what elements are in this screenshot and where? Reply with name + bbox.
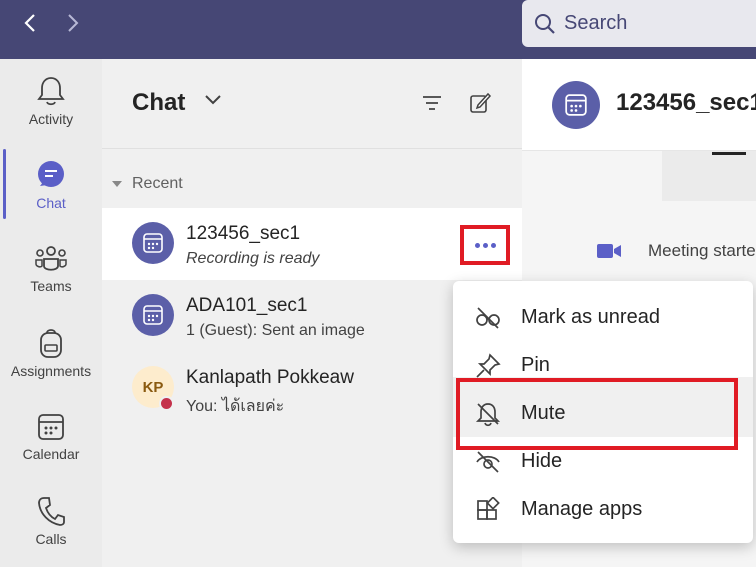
conversation-avatar [552, 81, 600, 129]
chat-item-name: ADA101_sec1 [186, 295, 308, 316]
chat-item-preview: Recording is ready [186, 250, 320, 267]
section-recent[interactable]: Recent [112, 175, 183, 193]
eye-off-icon [476, 451, 500, 473]
more-options-button[interactable] [460, 225, 510, 265]
menu-item-label: Mark as unread [521, 305, 660, 328]
teams-icon [35, 246, 67, 271]
status-badge [159, 396, 174, 411]
rail-label-activity: Activity [28, 111, 74, 127]
meeting-event-text: Meeting started [648, 241, 756, 260]
menu-item-pin[interactable]: Pin [453, 341, 753, 389]
more-dot [474, 242, 480, 248]
compose-icon [470, 92, 492, 113]
search-box[interactable]: Search [522, 0, 756, 47]
chat-item-preview: You: ได้เลยค่ะ [186, 398, 285, 415]
group-avatar [132, 294, 174, 336]
chevron-left-icon [24, 14, 35, 32]
group-avatar [132, 222, 174, 264]
rail-label-calls: Calls [35, 531, 67, 547]
meeting-event: Meeting started [596, 241, 756, 261]
conversation-header: 123456_sec1 [522, 59, 756, 151]
search-icon [535, 13, 555, 34]
conversation-title: 123456_sec1 [616, 89, 756, 116]
title-bar: Search [0, 0, 756, 59]
context-menu: Mark as unread Pin Mute Hide Manage apps [453, 281, 753, 543]
chevron-down-icon [205, 95, 221, 105]
calendar-icon [565, 94, 587, 116]
rail-item-calls[interactable]: Calls [0, 479, 102, 563]
app-rail: Activity Chat Teams Assignments Calendar… [0, 59, 102, 567]
chat-item-name: 123456_sec1 [186, 223, 301, 244]
chat-list-header: Chat [102, 59, 522, 149]
filter-icon [423, 96, 441, 110]
menu-item-mark-unread[interactable]: Mark as unread [453, 293, 753, 341]
chat-title: Chat [132, 89, 186, 116]
rail-item-calendar[interactable]: Calendar [0, 395, 102, 479]
chat-item-name: Kanlapath Pokkeaw [186, 367, 354, 388]
new-chat-button[interactable] [468, 91, 492, 115]
apps-icon [477, 497, 500, 520]
more-dot [482, 242, 488, 248]
phone-icon [38, 497, 65, 526]
chat-item-123456-sec1[interactable]: 123456_sec1 Recording is ready [102, 208, 522, 280]
rail-label-teams: Teams [30, 278, 72, 294]
menu-item-label: Manage apps [521, 497, 643, 520]
chat-item-preview: 1 (Guest): Sent an image [186, 322, 365, 339]
chat-title-dropdown[interactable] [204, 93, 222, 111]
rail-item-activity[interactable]: Activity [0, 59, 102, 143]
backpack-icon [40, 329, 62, 358]
chevron-right-icon [68, 14, 79, 32]
active-tab-underline [712, 152, 746, 155]
bell-icon [37, 77, 65, 106]
rail-item-teams[interactable]: Teams [0, 227, 102, 311]
calendar-icon [38, 414, 64, 440]
section-recent-label: Recent [132, 175, 183, 192]
rail-label-calendar: Calendar [22, 446, 80, 462]
rail-item-assignments[interactable]: Assignments [0, 311, 102, 395]
collapse-triangle-icon [112, 181, 122, 187]
filter-button[interactable] [420, 91, 444, 115]
bell-off-icon [475, 403, 501, 427]
pin-icon [476, 353, 501, 378]
menu-item-mute[interactable]: Mute [453, 389, 753, 437]
more-dot [490, 242, 496, 248]
video-camera-icon [597, 244, 621, 258]
chat-icon [38, 161, 64, 187]
calendar-icon [143, 305, 163, 325]
menu-item-hide[interactable]: Hide [453, 437, 753, 485]
search-placeholder: Search [564, 12, 628, 34]
calendar-icon [143, 233, 163, 253]
rail-item-chat[interactable]: Chat [0, 143, 102, 227]
glasses-off-icon [476, 307, 500, 329]
message-card [662, 151, 756, 201]
back-button[interactable] [16, 8, 44, 38]
menu-item-manage-apps[interactable]: Manage apps [453, 485, 753, 533]
menu-item-label: Mute [521, 401, 566, 424]
menu-item-label: Pin [521, 353, 550, 376]
rail-label-assignments: Assignments [10, 363, 92, 379]
rail-label-chat: Chat [36, 195, 66, 211]
menu-item-label: Hide [521, 449, 563, 472]
forward-button[interactable] [59, 8, 87, 38]
